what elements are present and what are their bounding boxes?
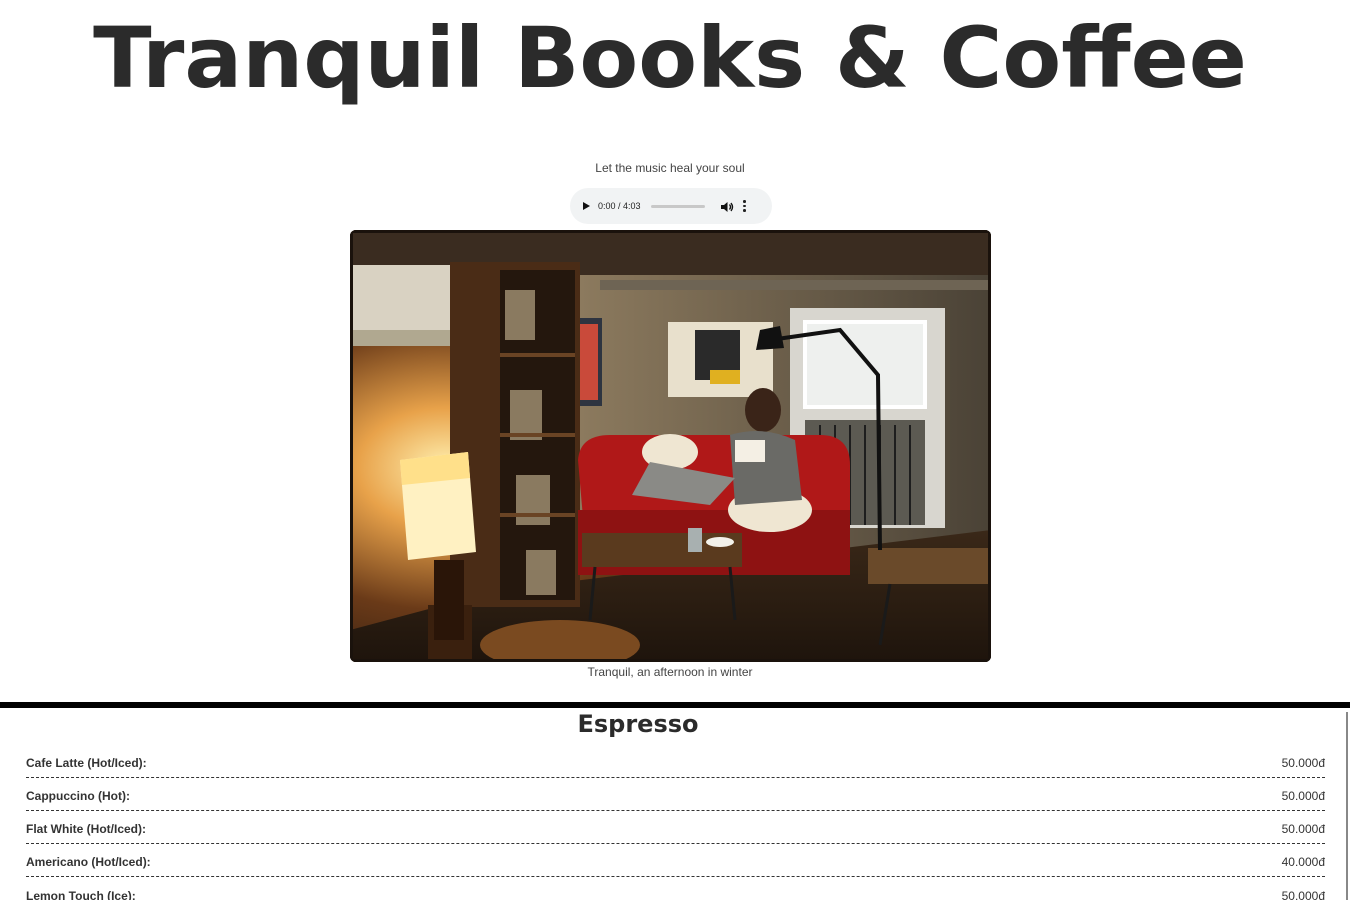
menu-item-name: Lemon Touch (Ice): <box>26 888 136 900</box>
menu-item-price: 50.000đ <box>1281 756 1325 770</box>
audio-progress-bar[interactable] <box>650 204 705 208</box>
music-tagline: Let the music heal your soul <box>595 161 745 175</box>
menu-list: Cafe Latte (Hot/Iced): 50.000đ Cappuccin… <box>26 745 1325 900</box>
photo-caption: Tranquil, an afternoon in winter <box>587 665 753 679</box>
menu-item: Flat White (Hot/Iced): 50.000đ <box>26 811 1325 844</box>
cafe-photo <box>350 230 991 662</box>
audio-time: 0:00 / 4:03 <box>598 201 641 211</box>
section-divider <box>0 702 1350 708</box>
menu-item-name: Cappuccino (Hot): <box>26 789 130 803</box>
menu-item: Cappuccino (Hot): 50.000đ <box>26 778 1325 811</box>
menu-item: Americano (Hot/Iced): 40.000đ <box>26 844 1325 877</box>
menu-item-price: 40.000đ <box>1281 855 1325 869</box>
volume-icon[interactable] <box>720 199 734 213</box>
more-options-icon[interactable] <box>742 199 748 213</box>
menu-item-price: 50.000đ <box>1281 822 1325 836</box>
menu-item-price: 50.000đ <box>1281 888 1325 900</box>
menu-item: Lemon Touch (Ice): 50.000đ <box>26 877 1325 900</box>
play-icon[interactable] <box>583 202 590 210</box>
menu-item-price: 50.000đ <box>1281 789 1325 803</box>
menu-item-name: Americano (Hot/Iced): <box>26 855 151 869</box>
page-title: Tranquil Books & Coffee <box>93 9 1247 107</box>
menu-item-name: Cafe Latte (Hot/Iced): <box>26 756 147 770</box>
menu-section-title: Espresso <box>577 710 699 738</box>
menu-item-name: Flat White (Hot/Iced): <box>26 822 146 836</box>
audio-player[interactable]: 0:00 / 4:03 <box>570 188 772 224</box>
scroll-edge <box>1346 712 1348 900</box>
menu-item: Cafe Latte (Hot/Iced): 50.000đ <box>26 745 1325 778</box>
